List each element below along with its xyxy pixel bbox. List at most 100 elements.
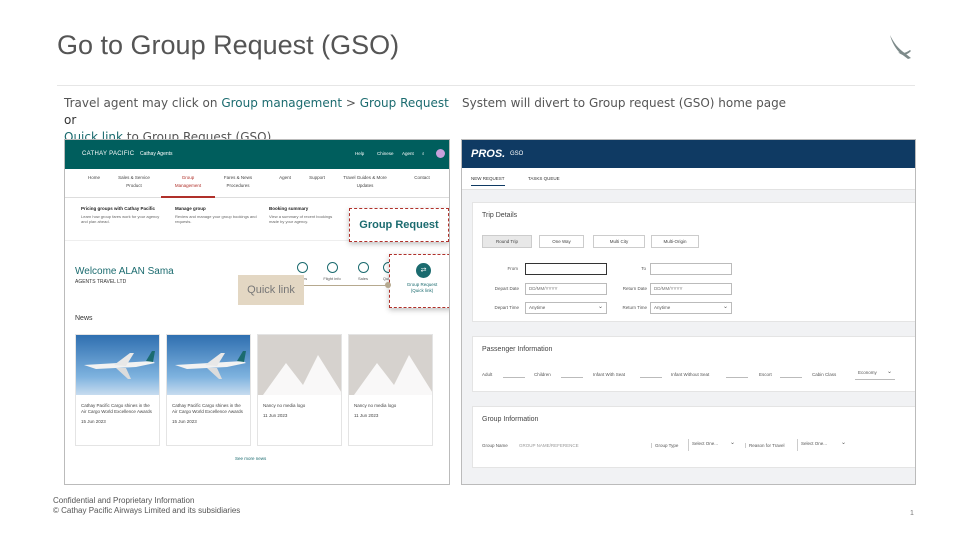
menu-card-desc: Learn how group fares work for your agen… <box>81 214 160 224</box>
depart-date-label: Depart Date <box>494 286 519 291</box>
infant-without-seat-label: Infant Without Seat <box>671 372 710 377</box>
nav-fares-news[interactable]: Fares & News Procedures <box>213 174 263 190</box>
return-time-label: Return Time <box>622 305 647 310</box>
news-title: Nancy no media logo <box>354 403 397 408</box>
from-input[interactable] <box>525 263 607 275</box>
avatar[interactable] <box>436 149 445 158</box>
depart-time-select[interactable]: Anytime <box>525 302 607 314</box>
news-title: Nancy no media logo <box>263 403 306 408</box>
reason-for-travel-select[interactable]: Select One... <box>797 438 849 451</box>
gso-screenshot: PROS. GSO NEW REQUEST TASKS QUEUE Trip D… <box>461 139 916 485</box>
news-card[interactable]: Cathay Pacific Cargo shines in the Air C… <box>75 334 160 446</box>
return-time-select[interactable]: Anytime <box>650 302 732 314</box>
to-input[interactable] <box>650 263 732 275</box>
title-divider <box>57 85 915 86</box>
sales-icon <box>357 262 369 273</box>
group-request-menu-highlight[interactable]: Group Request <box>349 208 449 242</box>
gso-tabs: NEW REQUEST TASKS QUEUE <box>462 168 915 190</box>
menu-card-booking-summary[interactable]: Booking summary View a summary of recent… <box>269 206 339 224</box>
children-input[interactable] <box>561 368 583 378</box>
group-management-link-text: Group management <box>221 96 343 110</box>
passenger-heading: Passenger Information <box>482 346 553 353</box>
intro-separator: > <box>342 96 360 110</box>
cabin-class-select[interactable]: Economy <box>855 367 895 380</box>
nav-travel-label: Travel Guides & More <box>343 175 387 180</box>
cathay-brushwing-logo-icon <box>890 35 911 59</box>
news-card[interactable]: Cathay Pacific Cargo shines in the Air C… <box>166 334 251 446</box>
passenger-information-panel: Passenger Information Adult Children Inf… <box>472 336 915 392</box>
nav-sales-service[interactable]: Sales & Service Product <box>109 174 159 190</box>
depart-date-input[interactable]: DD/MM/YYYY <box>525 283 607 295</box>
segment-one-way[interactable]: One Way <box>539 235 584 248</box>
callout-connector <box>304 285 390 286</box>
nav-support[interactable]: Support <box>292 174 342 182</box>
cx-brand: CATHAY PACIFIC <box>82 151 135 157</box>
group-request-link-text: Group Request <box>359 96 449 110</box>
news-card[interactable]: Nancy no media logo 11 Jun 2023 <box>257 334 342 446</box>
slide-title: Go to Group Request (GSO) <box>57 30 400 60</box>
welcome-agency: AGENTS TRAVEL LTD <box>75 279 127 285</box>
help-link[interactable]: Help <box>355 151 364 156</box>
search-icon[interactable]: ⌕ <box>422 151 425 156</box>
nav-support-label: Support <box>309 175 325 180</box>
cx-header-bar: CATHAY PACIFIC Cathay Agents Help Chines… <box>65 140 449 169</box>
nav-sales-label: Sales & Service <box>118 175 150 180</box>
adult-input[interactable] <box>503 368 525 378</box>
news-date: 11 Jun 2023 <box>263 413 288 418</box>
see-more-news-link[interactable]: See more news <box>235 456 266 461</box>
group-name-label: Group Name <box>482 443 508 448</box>
agent-link[interactable]: Agent <box>402 151 414 156</box>
from-label: From <box>507 266 519 271</box>
escort-label: Escort <box>759 372 772 377</box>
escort-input[interactable] <box>780 368 802 378</box>
cx-main-nav: Home Sales & Service Product Group Managem… <box>65 169 449 198</box>
group-type-select[interactable]: Select One... <box>688 438 738 451</box>
nav-group-label: Group <box>181 175 195 180</box>
news-card[interactable]: Nancy no media logo 11 Jun 2023 <box>348 334 433 446</box>
segment-round-trip[interactable]: Round Trip <box>482 235 532 248</box>
tab-new-request[interactable]: NEW REQUEST <box>471 176 505 186</box>
news-placeholder-image <box>349 335 432 395</box>
nav-contact[interactable]: Contact <box>397 174 447 182</box>
infant-without-seat-input[interactable] <box>726 368 748 378</box>
quick-icon-label: Sales <box>357 276 368 281</box>
news-heading: News <box>75 315 93 322</box>
news-plane-image <box>167 335 250 395</box>
segment-multi-origin[interactable]: Multi-Origin <box>651 235 699 248</box>
quick-icon-label: Flight info <box>323 276 341 281</box>
nav-agent-label: Agent <box>279 175 291 180</box>
gso-app-name: GSO <box>510 151 524 157</box>
group-request-quick-link-highlight[interactable]: ⇄ Group Request (Quick link) <box>389 254 449 308</box>
depart-time-label: Depart Time <box>494 305 519 310</box>
callout-connector-dot <box>385 282 391 288</box>
nav-sales-sub: Product <box>126 183 142 188</box>
group-request-quick-label: Group Request (Quick link) <box>406 282 438 293</box>
menu-card-manage-group[interactable]: Manage group Review and manage your grou… <box>175 206 261 224</box>
infant-with-seat-input[interactable] <box>640 368 662 378</box>
adult-label: Adult <box>482 372 493 377</box>
tab-tasks-queue[interactable]: TASKS QUEUE <box>528 176 560 181</box>
return-date-input[interactable]: DD/MM/YYYY <box>650 283 732 295</box>
group-information-panel: Group Information Group Name GROUP NAME/… <box>472 406 915 468</box>
footer-copyright: © Cathay Pacific Airways Limited and its… <box>53 506 241 515</box>
page-number: 1 <box>910 510 914 517</box>
return-date-label: Return Date <box>622 286 647 291</box>
nav-fares-label: Fares & News <box>223 175 253 180</box>
language-link[interactable]: Chinese <box>377 151 394 156</box>
segment-multi-city[interactable]: Multi City <box>593 235 645 248</box>
cabin-class-label: Cabin Class <box>812 372 837 377</box>
nav-group-management[interactable]: Group Management <box>163 174 213 190</box>
menu-card-title: Pricing groups with Cathay Pacific <box>81 206 156 211</box>
nav-travel-guides[interactable]: Travel Guides & More Updates <box>340 174 390 190</box>
cx-portal-name: Cathay Agents <box>140 151 173 157</box>
nav-contact-label: Contact <box>414 175 430 180</box>
quick-icon-flight[interactable]: Flight info <box>319 262 345 281</box>
menu-card-pricing[interactable]: Pricing groups with Cathay Pacific Learn… <box>81 206 167 224</box>
quick-icon-sales[interactable]: Sales <box>350 262 376 281</box>
group-name-input[interactable]: GROUP NAME/REFERENCE <box>519 443 579 448</box>
news-date: 15 Jun 2023 <box>172 419 197 424</box>
menu-card-desc: Review and manage your group bookings an… <box>175 214 257 224</box>
reason-for-travel-label: Reason for Travel <box>745 443 785 448</box>
group-request-quick-icon: ⇄ <box>416 263 431 278</box>
group-type-label: Group Type <box>651 443 678 448</box>
